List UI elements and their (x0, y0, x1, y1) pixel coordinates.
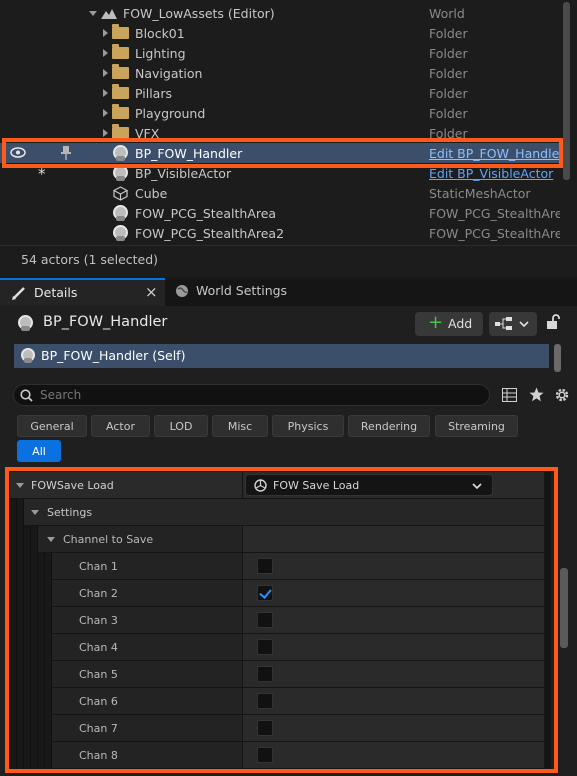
outliner-item-type: Folder (429, 26, 468, 41)
outliner-row-folder[interactable]: Lighting Folder (0, 43, 560, 63)
folder-icon (112, 64, 129, 79)
edit-blueprint-link[interactable]: Edit BP_VisibleActor (429, 166, 560, 181)
world-icon (101, 9, 117, 19)
component-scrollbar[interactable] (554, 344, 561, 372)
outliner-item-label: FOW_LowAssets (Editor) (123, 6, 275, 21)
add-label: Add (448, 316, 473, 331)
outliner-item-type: Folder (429, 86, 468, 101)
component-self-row[interactable]: BP_FOW_Handler (Self) (14, 344, 549, 368)
outliner-row-actor[interactable]: Cube StaticMeshActor (0, 183, 560, 203)
pencil-icon (12, 287, 25, 300)
folder-icon (112, 104, 129, 119)
chevron-right-icon[interactable] (103, 109, 108, 117)
actor-count: 54 actors (1 selected) (21, 252, 159, 267)
outliner-item-label: FOW_PCG_StealthArea2 (135, 226, 285, 241)
search-input[interactable] (40, 387, 480, 403)
star-icon[interactable] (529, 387, 544, 402)
chevron-right-icon[interactable] (103, 49, 108, 57)
outliner-item-type: World (429, 6, 465, 21)
gear-icon[interactable] (554, 387, 570, 403)
outliner-row-folder[interactable]: Navigation Folder (0, 63, 560, 83)
highlight-box (5, 467, 558, 773)
outliner-item-type: FOW_PCG_StealthArea (429, 206, 560, 221)
filter-lod[interactable]: LOD (154, 415, 208, 437)
plus-icon: + (428, 312, 444, 333)
chevron-down-icon[interactable] (89, 11, 97, 16)
filter-physics[interactable]: Physics (272, 415, 344, 437)
filter-all[interactable]: All (17, 440, 61, 462)
chevron-right-icon[interactable] (103, 129, 108, 137)
outliner-status-bar: 54 actors (1 selected) (0, 245, 577, 276)
chevron-right-icon[interactable] (103, 69, 108, 77)
world-outliner: FOW_LowAssets (Editor) World Block01 Fol… (0, 0, 577, 276)
filter-actor[interactable]: Actor (91, 415, 150, 437)
outliner-item-type: Folder (429, 46, 468, 61)
panel-tab-bar: Details × World Settings (0, 278, 577, 306)
outliner-item-label: Pillars (135, 86, 172, 101)
outliner-row-folder[interactable]: Playground Folder (0, 103, 560, 123)
outliner-item-label: Playground (135, 106, 206, 121)
blueprint-actor-icon (18, 315, 33, 331)
filter-general[interactable]: General (17, 415, 87, 437)
outliner-row-world[interactable]: FOW_LowAssets (Editor) World (0, 3, 560, 23)
outliner-row-actor[interactable]: FOW_PCG_StealthArea FOW_PCG_StealthArea (0, 203, 560, 223)
outliner-item-label: Cube (135, 186, 168, 201)
globe-icon (176, 285, 188, 297)
outliner-scrollbar[interactable] (563, 2, 570, 180)
static-mesh-icon (113, 186, 128, 201)
outliner-item-label: Lighting (135, 46, 186, 61)
filter-rendering[interactable]: Rendering (348, 415, 430, 437)
outliner-item-type: Folder (429, 66, 468, 81)
actor-icon (113, 225, 128, 241)
component-label: BP_FOW_Handler (Self) (41, 348, 186, 363)
blueprint-options-button[interactable] (489, 312, 537, 336)
outliner-item-type: Folder (429, 106, 468, 121)
blueprint-actor-icon (21, 348, 35, 363)
outliner-item-label: FOW_PCG_StealthArea (135, 206, 277, 221)
actor-icon (113, 205, 128, 221)
folder-icon (112, 24, 129, 39)
outliner-item-type: FOW_PCG_StealthArea (429, 226, 560, 241)
outliner-row-folder[interactable]: Pillars Folder (0, 83, 560, 103)
filter-misc[interactable]: Misc (212, 415, 268, 437)
highlight-box (2, 138, 563, 168)
chevron-right-icon[interactable] (103, 89, 108, 97)
outliner-item-label: BP_VisibleActor (135, 166, 232, 181)
tab-details-label: Details (34, 285, 78, 300)
folder-icon (112, 84, 129, 99)
outliner-item-type: StaticMeshActor (429, 186, 531, 201)
details-scrollbar[interactable] (560, 568, 568, 648)
outliner-item-label: Navigation (135, 66, 203, 81)
tab-details[interactable]: Details × (0, 278, 165, 306)
chevron-down-icon (519, 321, 529, 328)
chevron-right-icon[interactable] (103, 29, 108, 37)
filter-streaming[interactable]: Streaming (435, 415, 518, 437)
unlock-icon[interactable] (546, 314, 560, 330)
object-name: BP_FOW_Handler (43, 314, 168, 330)
table-view-icon[interactable] (502, 388, 517, 402)
tab-world-settings[interactable]: World Settings (166, 278, 296, 306)
close-tab-icon[interactable]: × (145, 283, 158, 301)
outliner-row-actor[interactable]: FOW_PCG_StealthArea2 FOW_PCG_StealthArea (0, 223, 560, 243)
hierarchy-icon (495, 317, 512, 330)
add-component-button[interactable]: + Add (415, 312, 483, 336)
outliner-item-label: Block01 (135, 26, 185, 41)
outliner-row-folder[interactable]: Block01 Folder (0, 23, 560, 43)
search-field[interactable] (13, 384, 490, 406)
search-icon (20, 389, 33, 402)
folder-icon (112, 44, 129, 59)
tab-world-settings-label: World Settings (196, 283, 288, 298)
